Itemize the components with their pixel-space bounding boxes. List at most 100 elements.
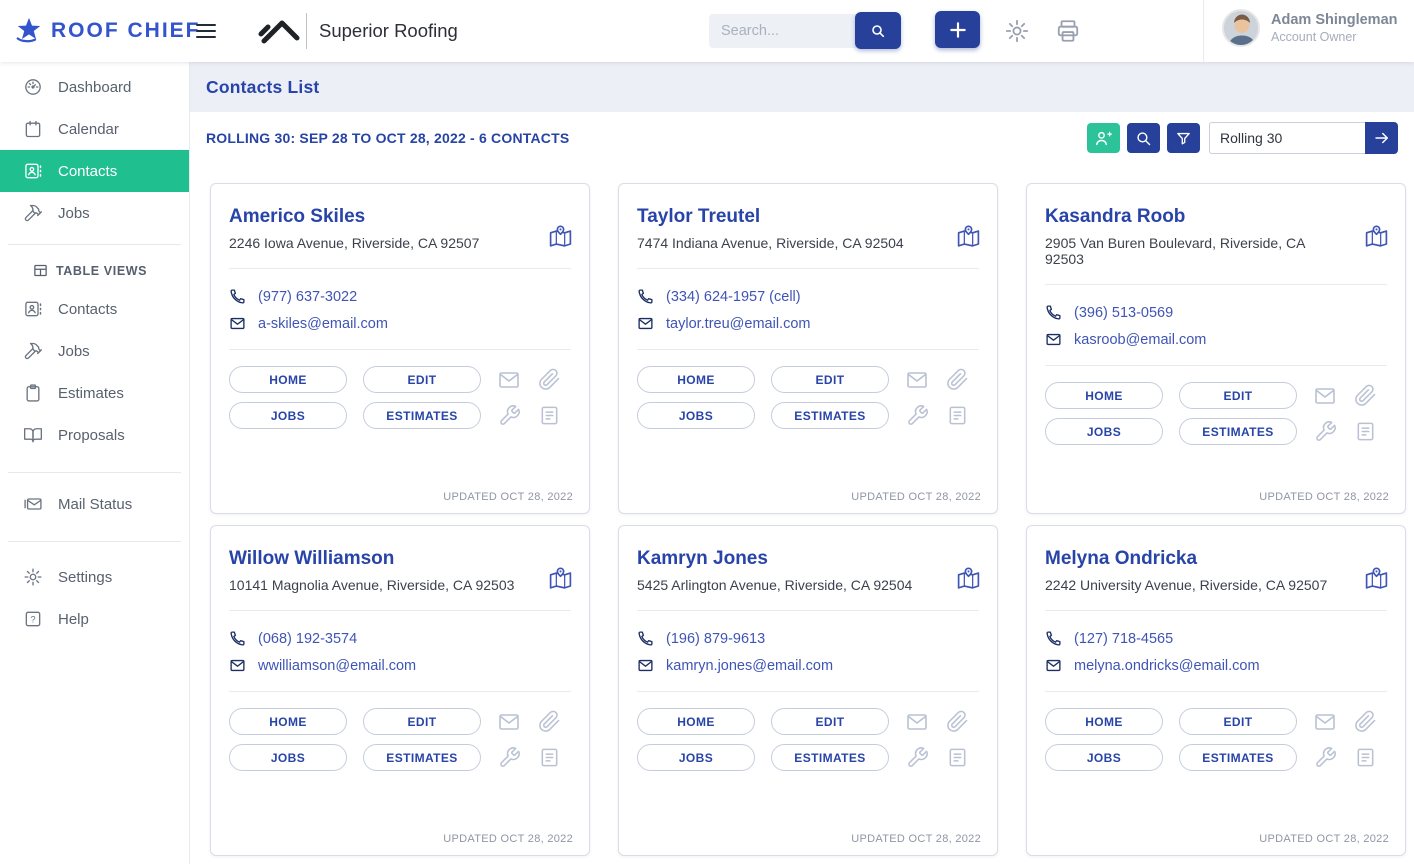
notes-button[interactable] — [1353, 420, 1377, 444]
jobs-button[interactable]: JOBS — [229, 402, 347, 429]
menu-toggle-button[interactable] — [196, 19, 218, 43]
contact-card: Kamryn Jones 5425 Arlington Avenue, Rive… — [618, 525, 998, 856]
home-button[interactable]: HOME — [229, 366, 347, 393]
jobs-button[interactable]: JOBS — [229, 744, 347, 771]
attachments-button[interactable] — [1353, 384, 1377, 408]
contact-name-link[interactable]: Melyna Ondricka — [1045, 548, 1387, 570]
map-button[interactable] — [1363, 566, 1389, 592]
estimates-button[interactable]: ESTIMATES — [363, 402, 481, 429]
contact-email-link[interactable]: melyna.ondricks@email.com — [1074, 658, 1260, 674]
date-range-input[interactable] — [1209, 122, 1365, 154]
home-button[interactable]: HOME — [637, 366, 755, 393]
sidebar-item-settings[interactable]: Settings — [0, 556, 189, 598]
print-header-button[interactable] — [1053, 16, 1083, 46]
edit-button[interactable]: EDIT — [771, 366, 889, 393]
tools-button[interactable] — [497, 746, 521, 770]
estimates-button[interactable]: ESTIMATES — [771, 744, 889, 771]
sidebar-item-dashboard[interactable]: Dashboard — [0, 66, 189, 108]
attachments-button[interactable] — [537, 710, 561, 734]
map-button[interactable] — [547, 224, 573, 250]
tools-button[interactable] — [497, 404, 521, 428]
estimates-button[interactable]: ESTIMATES — [363, 744, 481, 771]
send-mail-button[interactable] — [905, 710, 929, 734]
home-button[interactable]: HOME — [1045, 382, 1163, 409]
contact-email-link[interactable]: kasroob@email.com — [1074, 332, 1206, 348]
user-menu[interactable]: Adam Shingleman Account Owner — [1222, 9, 1398, 47]
home-button[interactable]: HOME — [229, 708, 347, 735]
contact-email-link[interactable]: wwilliamson@email.com — [258, 658, 416, 674]
send-mail-button[interactable] — [497, 368, 521, 392]
notes-button[interactable] — [537, 746, 561, 770]
paperclip-icon — [946, 368, 969, 391]
sidebar-item-table-jobs[interactable]: Jobs — [0, 330, 189, 372]
send-mail-button[interactable] — [1313, 710, 1337, 734]
send-mail-button[interactable] — [497, 710, 521, 734]
map-button[interactable] — [1363, 224, 1389, 250]
notes-button[interactable] — [1353, 746, 1377, 770]
search-button[interactable] — [855, 12, 901, 49]
sidebar-item-estimates[interactable]: Estimates — [0, 372, 189, 414]
sidebar-item-mail-status[interactable]: Mail Status — [0, 483, 189, 525]
sidebar-item-proposals[interactable]: Proposals — [0, 414, 189, 456]
notes-button[interactable] — [537, 404, 561, 428]
add-new-button[interactable] — [935, 11, 980, 48]
tools-button[interactable] — [905, 746, 929, 770]
contact-email-link[interactable]: kamryn.jones@email.com — [666, 658, 833, 674]
search-contacts-button[interactable] — [1127, 123, 1160, 153]
sidebar-item-help[interactable]: ? Help — [0, 598, 189, 640]
tools-button[interactable] — [1313, 746, 1337, 770]
contact-name-link[interactable]: Kasandra Roob — [1045, 206, 1387, 228]
jobs-button[interactable]: JOBS — [1045, 744, 1163, 771]
attachments-button[interactable] — [1353, 710, 1377, 734]
estimates-button[interactable]: ESTIMATES — [771, 402, 889, 429]
home-button[interactable]: HOME — [637, 708, 755, 735]
filter-button[interactable] — [1167, 123, 1200, 153]
contact-name-link[interactable]: Willow Williamson — [229, 548, 571, 570]
estimates-button[interactable]: ESTIMATES — [1179, 418, 1297, 445]
notes-button[interactable] — [945, 746, 969, 770]
sidebar-item-calendar[interactable]: Calendar — [0, 108, 189, 150]
settings-header-button[interactable] — [1002, 16, 1032, 46]
jobs-button[interactable]: JOBS — [637, 402, 755, 429]
edit-button[interactable]: EDIT — [1179, 708, 1297, 735]
attachments-button[interactable] — [945, 368, 969, 392]
contact-email-link[interactable]: taylor.treu@email.com — [666, 316, 810, 332]
contact-name-link[interactable]: Americo Skiles — [229, 206, 571, 228]
edit-button[interactable]: EDIT — [363, 366, 481, 393]
send-mail-button[interactable] — [1313, 384, 1337, 408]
contact-name-link[interactable]: Taylor Treutel — [637, 206, 979, 228]
sidebar-item-contacts[interactable]: Contacts — [0, 150, 189, 192]
contact-phone-link[interactable]: (196) 879-9613 — [666, 631, 765, 647]
attachments-button[interactable] — [945, 710, 969, 734]
sidebar-item-jobs[interactable]: Jobs — [0, 192, 189, 234]
attachments-button[interactable] — [537, 368, 561, 392]
app-logo[interactable]: ROOF CHIEF — [14, 0, 201, 62]
paperclip-icon — [946, 710, 969, 733]
contact-phone-link[interactable]: (334) 624-1957 (cell) — [666, 289, 801, 305]
jobs-button[interactable]: JOBS — [1045, 418, 1163, 445]
tools-button[interactable] — [1313, 420, 1337, 444]
contact-email-link[interactable]: a-skiles@email.com — [258, 316, 388, 332]
notes-button[interactable] — [945, 404, 969, 428]
map-button[interactable] — [547, 566, 573, 592]
contact-phone-link[interactable]: (396) 513-0569 — [1074, 305, 1173, 321]
contact-name-link[interactable]: Kamryn Jones — [637, 548, 979, 570]
map-button[interactable] — [955, 566, 981, 592]
contact-phone-link[interactable]: (068) 192-3574 — [258, 631, 357, 647]
apply-filter-button[interactable] — [1365, 122, 1398, 154]
paperclip-icon — [1354, 710, 1377, 733]
send-mail-button[interactable] — [905, 368, 929, 392]
contact-phone-link[interactable]: (977) 637-3022 — [258, 289, 357, 305]
edit-button[interactable]: EDIT — [1179, 382, 1297, 409]
home-button[interactable]: HOME — [1045, 708, 1163, 735]
edit-button[interactable]: EDIT — [363, 708, 481, 735]
estimates-button[interactable]: ESTIMATES — [1179, 744, 1297, 771]
jobs-button[interactable]: JOBS — [637, 744, 755, 771]
map-button[interactable] — [955, 224, 981, 250]
contact-phone-link[interactable]: (127) 718-4565 — [1074, 631, 1173, 647]
sidebar-item-table-contacts[interactable]: Contacts — [0, 288, 189, 330]
tools-button[interactable] — [905, 404, 929, 428]
edit-button[interactable]: EDIT — [771, 708, 889, 735]
search-input[interactable] — [709, 14, 857, 48]
add-contact-button[interactable] — [1087, 123, 1120, 153]
